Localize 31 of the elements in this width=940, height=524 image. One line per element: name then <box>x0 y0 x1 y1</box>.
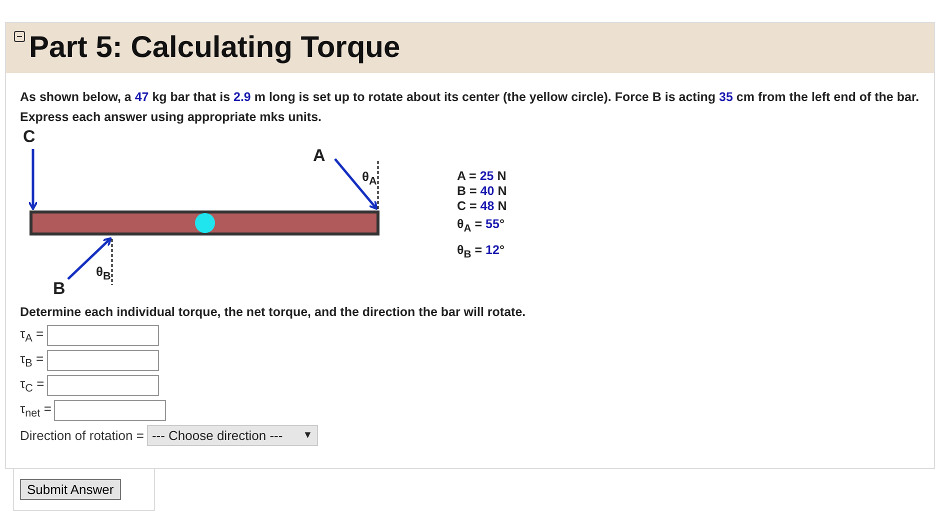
pivot-icon <box>195 213 215 233</box>
section-title: Part 5: Calculating Torque <box>29 31 400 65</box>
answer-label: τ$_{A}$ = <box>20 326 44 345</box>
angle-label: θ$_{B}$ <box>96 264 111 283</box>
submit-button[interactable]: Submit Answer <box>20 479 121 500</box>
reference-line <box>111 239 113 285</box>
force-arrow <box>334 158 378 210</box>
problem-text: As shown below, a 47 kg bar that is 2.9 m long is set up to rotate about its center (the yellow circle). Force B is acting 35 cm from the left end of the bar. Express each answer using appropriate mks units. <box>20 89 920 126</box>
collapse-icon[interactable] <box>14 31 25 42</box>
answer-field[interactable] <box>46 325 159 346</box>
answer-label: τ$_{net}$ = <box>20 401 52 420</box>
force-label: C <box>23 127 36 147</box>
answer-field[interactable] <box>46 350 159 371</box>
given-value: θ$_{A}$ = 55° <box>457 216 506 236</box>
direction-dropdown[interactable]: --- Choose direction --- ▼ <box>146 425 318 446</box>
answer-field[interactable] <box>54 400 166 421</box>
answer-label: τ$_{B}$ = <box>20 351 44 370</box>
force-label: A <box>313 146 326 166</box>
direction-label: Direction of rotation = <box>20 428 144 443</box>
answer-label: τ$_{C}$ = <box>20 376 44 395</box>
given-value: θ$_{B}$ = 12° <box>457 242 506 262</box>
reference-line <box>377 161 379 209</box>
given-value: C = 48 N <box>457 199 507 214</box>
given-value: B = 40 N <box>457 184 507 199</box>
question-text: Determine each individual torque, the net torque, and the direction the bar will rotate. <box>20 305 527 319</box>
answer-field[interactable] <box>47 375 160 396</box>
force-label: B <box>53 279 66 299</box>
force-arrow <box>28 149 38 210</box>
force-arrow <box>67 237 112 280</box>
given-value: A = 25 N <box>457 169 507 184</box>
angle-label: θ$_{A}$ <box>362 169 377 188</box>
